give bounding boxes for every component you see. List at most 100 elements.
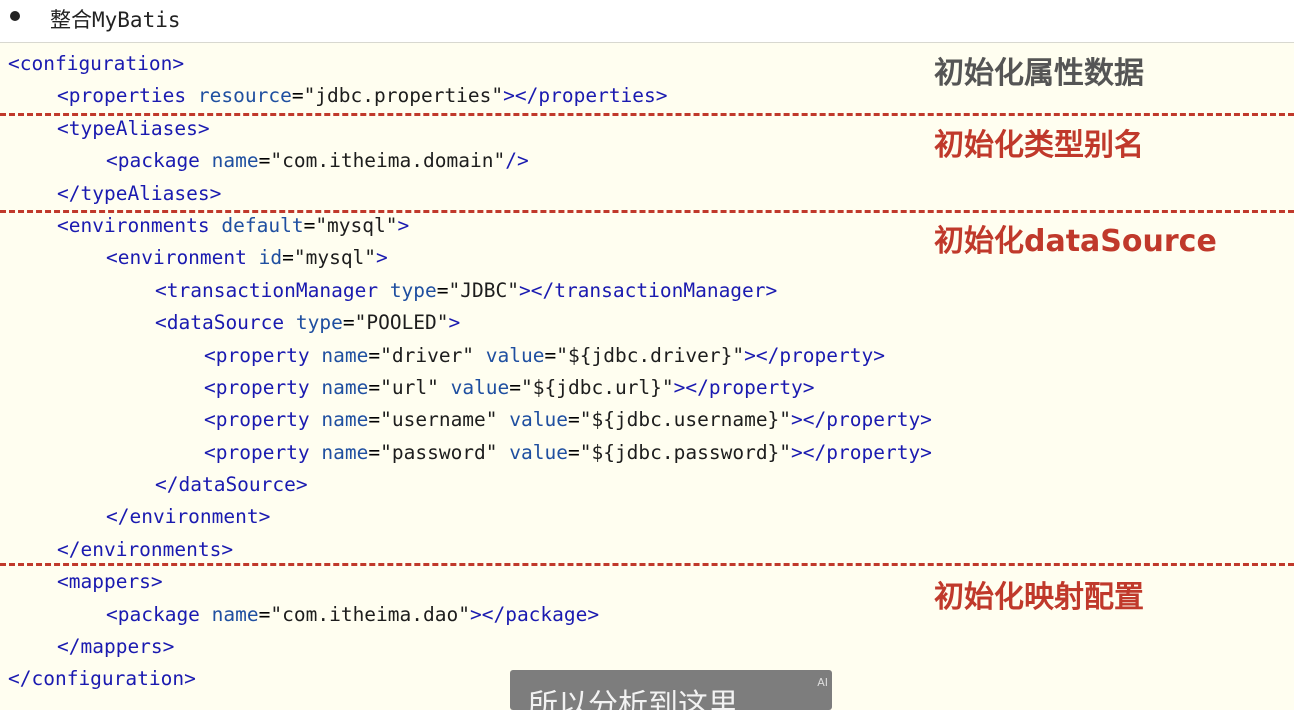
code-token: </mappers> xyxy=(57,635,175,659)
code-token: name xyxy=(211,602,259,626)
section-separator xyxy=(0,210,1294,213)
section-label-type-aliases: 初始化类型别名 xyxy=(934,128,1144,163)
code-token: /> xyxy=(505,149,529,173)
code-line: </dataSource> xyxy=(0,469,1294,501)
code-token: = xyxy=(368,375,381,399)
code-token: </environment> xyxy=(106,505,271,529)
code-line: <property name="password" value="${jdbc.… xyxy=(0,437,1294,469)
code-token: value xyxy=(509,440,568,464)
code-token: <mappers> xyxy=(57,570,163,594)
code-token: "username" xyxy=(380,408,510,432)
code-token: name xyxy=(211,149,259,173)
code-token: <property xyxy=(204,440,322,464)
code-token: "com.itheima.domain" xyxy=(270,149,506,173)
code-line: </environments> xyxy=(0,534,1294,566)
section-header: 整合MyBatis xyxy=(0,0,1294,43)
code-token: value xyxy=(509,408,568,432)
code-token: "${jdbc.password}" xyxy=(579,440,792,464)
code-token: = xyxy=(291,84,304,108)
section-label-datasource: 初始化dataSource xyxy=(934,224,1217,259)
code-token: <property xyxy=(204,375,322,399)
code-token: "password" xyxy=(380,440,510,464)
section-separator xyxy=(0,563,1294,566)
code-token: name xyxy=(321,440,369,464)
code-token: ></transactionManager> xyxy=(518,278,778,302)
code-token: "mysql" xyxy=(293,246,377,270)
code-token: </typeAliases> xyxy=(57,181,222,205)
code-token: "${jdbc.url}" xyxy=(521,375,674,399)
code-token: "${jdbc.driver}" xyxy=(556,343,745,367)
section-title: 整合MyBatis xyxy=(50,8,181,32)
code-token: <properties xyxy=(57,84,198,108)
code-token: name xyxy=(321,343,369,367)
section-label-properties: 初始化属性数据 xyxy=(934,56,1144,91)
code-token: </dataSource> xyxy=(155,473,308,497)
code-token: "jdbc.properties" xyxy=(303,84,504,108)
code-token: <dataSource xyxy=(155,311,296,335)
ai-badge: AI xyxy=(817,676,828,689)
video-subtitle: 所以分析到这里 AI xyxy=(510,670,832,710)
code-token: default xyxy=(221,213,304,237)
code-token: resource xyxy=(197,84,292,108)
code-token: "JDBC" xyxy=(448,278,519,302)
code-line: <property name="url" value="${jdbc.url}"… xyxy=(0,372,1294,404)
code-token: value xyxy=(485,343,545,367)
code-token: </environments> xyxy=(57,537,234,561)
code-token: = xyxy=(303,213,316,237)
code-token: <environment xyxy=(106,246,259,270)
code-token: <property xyxy=(204,343,322,367)
code-line: <property name="driver" value="${jdbc.dr… xyxy=(0,340,1294,372)
code-token: <property xyxy=(204,408,322,432)
section-separator xyxy=(0,113,1294,116)
code-token: = xyxy=(567,440,580,464)
subtitle-text: 所以分析到这里 xyxy=(528,688,738,710)
code-token: id xyxy=(258,246,283,270)
code-token: ></property> xyxy=(791,440,932,464)
code-token: type xyxy=(295,311,343,335)
code-token: > xyxy=(376,246,388,270)
code-token: "url" xyxy=(380,375,451,399)
code-token: = xyxy=(544,343,557,367)
code-token: <package xyxy=(106,149,212,173)
code-token: > xyxy=(397,213,410,237)
code-token: = xyxy=(509,375,522,399)
code-line: </environment> xyxy=(0,501,1294,533)
code-token: value xyxy=(450,375,510,399)
code-token: = xyxy=(342,311,355,335)
code-line: <property name="username" value="${jdbc.… xyxy=(0,404,1294,436)
code-token: = xyxy=(368,440,381,464)
code-token: = xyxy=(436,278,449,302)
section-label-mappers: 初始化映射配置 xyxy=(934,580,1144,615)
code-token: <configuration> xyxy=(8,52,185,75)
code-token: </configuration> xyxy=(8,667,196,691)
code-token: "${jdbc.username}" xyxy=(579,408,792,432)
code-token: = xyxy=(368,408,381,432)
code-token: "POOLED" xyxy=(354,311,449,335)
code-token: = xyxy=(282,246,294,270)
code-token: name xyxy=(321,408,369,432)
code-token: = xyxy=(567,408,580,432)
code-token: <transactionManager xyxy=(155,278,390,302)
code-token: name xyxy=(321,375,369,399)
code-token: ></property> xyxy=(673,375,815,399)
code-token: ></property> xyxy=(744,343,885,367)
code-token: = xyxy=(258,602,271,626)
code-token: ></properties> xyxy=(503,84,668,108)
code-token: "com.itheima.dao" xyxy=(270,602,470,626)
code-token: ></package> xyxy=(469,602,600,626)
code-token: <environments xyxy=(57,213,222,237)
code-token: "mysql" xyxy=(315,213,398,237)
code-line: <dataSource type="POOLED"> xyxy=(0,307,1294,339)
code-line: <transactionManager type="JDBC"></transa… xyxy=(0,275,1294,307)
bullet-icon xyxy=(10,11,20,21)
code-line: </mappers> xyxy=(0,631,1294,663)
code-token: <typeAliases> xyxy=(57,116,210,140)
code-token: = xyxy=(258,149,271,173)
code-line: </typeAliases> xyxy=(0,178,1294,210)
code-token: ></property> xyxy=(791,408,932,432)
code-token: > xyxy=(448,311,461,335)
code-token: "driver" xyxy=(380,343,486,367)
code-token: <package xyxy=(106,602,212,626)
code-token: type xyxy=(389,278,437,302)
code-token: = xyxy=(368,343,381,367)
